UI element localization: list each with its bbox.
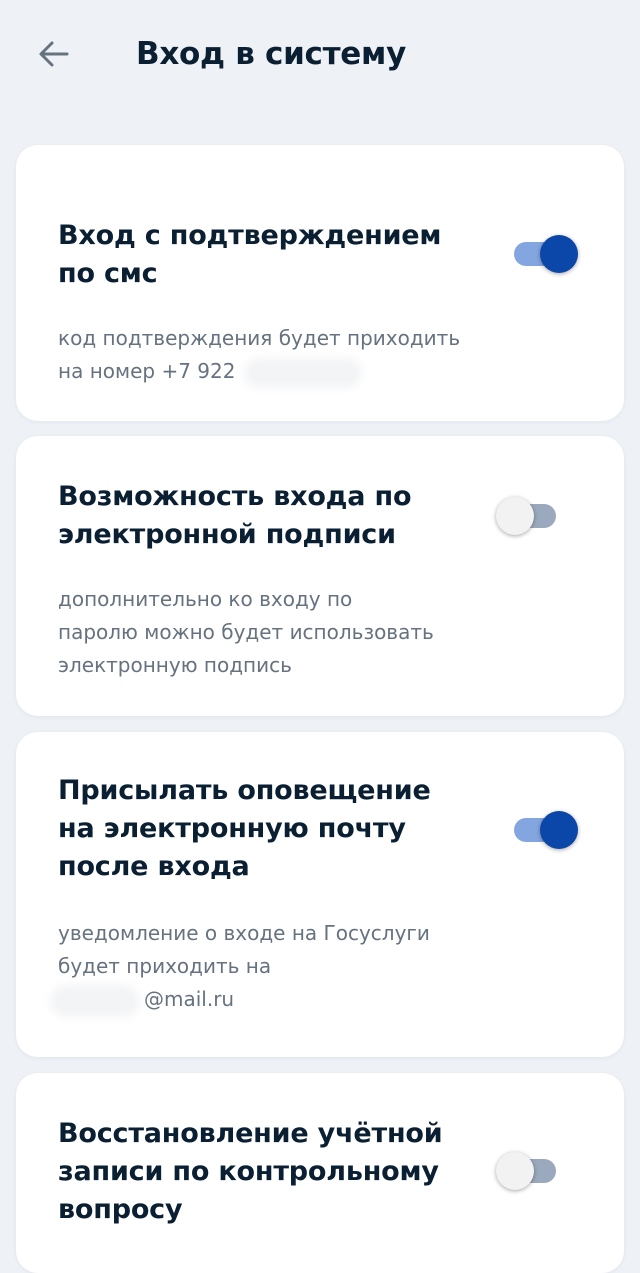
phone-number-redaction (249, 363, 356, 382)
digital-signature-title-line1: Возможность входа по (58, 481, 412, 512)
digital-signature-description: дополнительно ко входу по паролю можно б… (58, 583, 508, 682)
email-notification-desc-line2: будет приходить на (58, 954, 272, 978)
account-recovery-toggle[interactable] (496, 1151, 568, 1191)
email-domain: @mail.ru (144, 987, 235, 1011)
app-header: Вход в систему (0, 0, 640, 110)
email-notification-title-line1: Присылать оповещение (58, 775, 431, 806)
phone-number-prefix: на номер +7 922 (58, 359, 236, 383)
email-notification-description: уведомление о входе на Госуслуги будет п… (56, 917, 508, 1016)
email-notification-title: Присылать оповещение на электронную почт… (58, 772, 458, 886)
digital-signature-title-line2: электронной подписи (58, 519, 396, 550)
digital-signature-card: Возможность входа по электронной подписи… (16, 436, 624, 716)
sms-confirmation-title-line1: Вход с подтверждением (58, 220, 442, 251)
digital-signature-desc-line1: дополнительно ко входу по (58, 587, 353, 611)
account-recovery-title: Восстановление учётной записи по контрол… (58, 1115, 458, 1229)
toggle-thumb (540, 235, 578, 273)
sms-confirmation-title-line2: по смс (58, 258, 158, 289)
email-notification-title-line2: на электронную почту (58, 813, 406, 844)
sms-confirmation-toggle[interactable] (510, 234, 582, 274)
account-recovery-title-line1: Восстановление учётной (58, 1118, 443, 1149)
sms-confirmation-desc-line1: код подтверждения будет приходить (58, 326, 461, 350)
email-notification-toggle[interactable] (510, 810, 582, 850)
account-recovery-title-line3: вопросу (58, 1194, 183, 1225)
sms-confirmation-desc-line2: на номер +7 922 (58, 355, 508, 388)
digital-signature-desc-line2: паролю можно будет использовать (58, 620, 434, 644)
email-notification-desc-line3: @mail.ru (56, 983, 508, 1016)
sms-confirmation-description: код подтверждения будет приходить на ном… (58, 322, 508, 388)
back-button[interactable] (28, 28, 80, 80)
email-redaction (56, 990, 134, 1011)
toggle-thumb (496, 1152, 534, 1190)
digital-signature-title: Возможность входа по электронной подписи (58, 478, 458, 554)
digital-signature-desc-line3: электронную подпись (58, 653, 292, 677)
account-recovery-card: Восстановление учётной записи по контрол… (16, 1073, 624, 1273)
digital-signature-toggle[interactable] (496, 496, 568, 536)
account-recovery-title-line2: записи по контрольному (58, 1156, 439, 1187)
sms-confirmation-title: Вход с подтверждением по смс (58, 217, 458, 293)
sms-confirmation-card: Вход с подтверждением по смс код подтвер… (16, 145, 624, 421)
page-title: Вход в систему (136, 36, 406, 72)
email-notification-title-line3: после входа (58, 851, 250, 882)
toggle-thumb (540, 811, 578, 849)
email-notification-desc-line1: уведомление о входе на Госуслуги (58, 921, 430, 945)
toggle-thumb (496, 497, 534, 535)
email-notification-card: Присылать оповещение на электронную почт… (16, 732, 624, 1057)
arrow-left-icon (39, 41, 69, 67)
